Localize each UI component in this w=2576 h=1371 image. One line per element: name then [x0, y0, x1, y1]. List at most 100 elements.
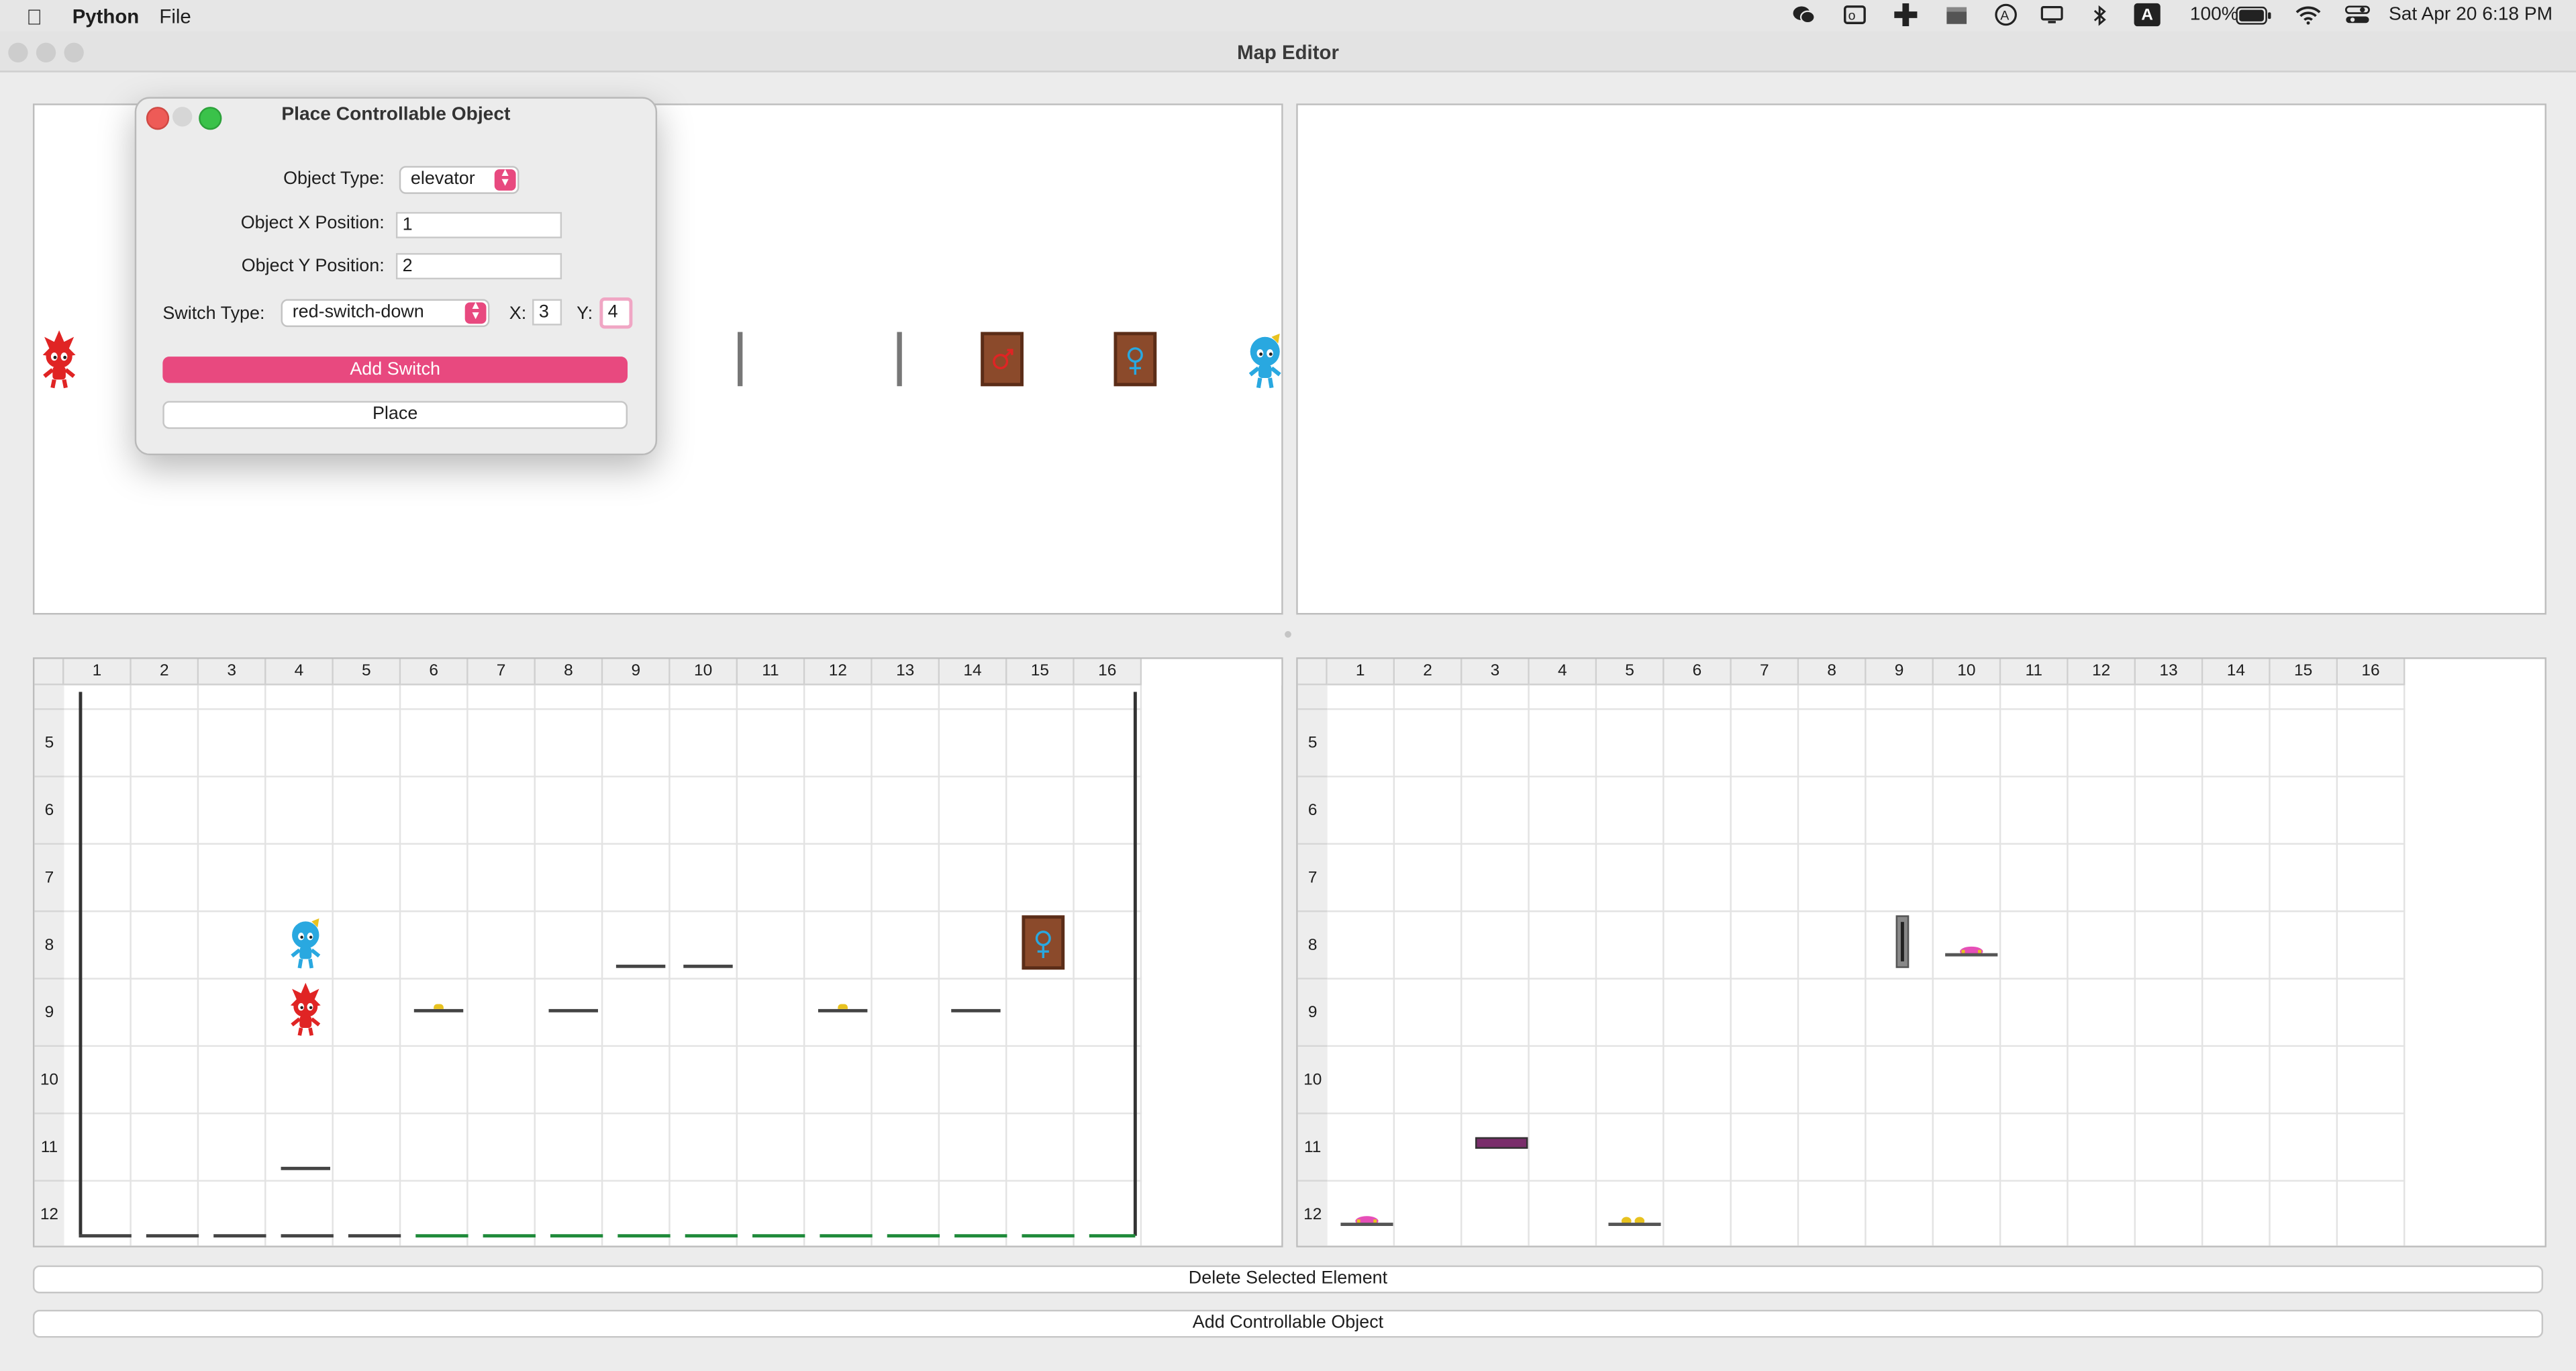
object-y-label: Object Y Position:: [241, 256, 385, 277]
goo-platform[interactable]: [1022, 1234, 1075, 1238]
goo-platform[interactable]: [617, 1234, 671, 1238]
goo-platform[interactable]: [752, 1234, 805, 1238]
column-header: 15: [2270, 659, 2338, 686]
right-map-grid[interactable]: 1 2 3 4 5 6 7 8 9 10 11 12 13 14 15 16 5 6 7 8 9 10 11 12: [1296, 657, 2546, 1247]
row-header: 5: [34, 710, 64, 777]
elevator-bar[interactable]: [897, 332, 902, 387]
water-door[interactable]: [1113, 332, 1157, 387]
platform[interactable]: [683, 964, 733, 968]
fireboy-sprite[interactable]: [41, 330, 77, 397]
platform[interactable]: [413, 1008, 464, 1012]
floor-platform[interactable]: [146, 1234, 199, 1238]
water-door[interactable]: [1022, 915, 1065, 970]
outlook-icon[interactable]: o: [1843, 5, 1866, 24]
lever-switch[interactable]: [838, 1004, 848, 1009]
row-header: 7: [34, 845, 64, 912]
left-map-grid[interactable]: 1 2 3 4 5 6 7 8 9 10 11 12 13 14 15 16 5 6 7 8 9 10 11 12: [32, 657, 1283, 1247]
column-header: 4: [266, 659, 334, 686]
fireboy-sprite[interactable]: [287, 982, 324, 1045]
menu-datetime[interactable]: Sat Apr 20 6:18 PM: [2389, 5, 2553, 24]
battery-icon[interactable]: [2236, 5, 2272, 24]
plus-icon[interactable]: [1894, 3, 1918, 27]
platform[interactable]: [548, 1008, 598, 1012]
column-header: 12: [805, 659, 873, 686]
object-y-input[interactable]: 2: [395, 252, 562, 280]
column-header: 16: [1074, 659, 1142, 686]
column-header: 16: [2338, 659, 2406, 686]
clapper-icon[interactable]: [1945, 5, 1968, 24]
left-grid-lines: [64, 685, 1142, 1246]
object-type-label: Object Type:: [283, 169, 385, 189]
column-header-filler: [1142, 659, 1282, 686]
floor-platform[interactable]: [213, 1234, 266, 1238]
goo-platform[interactable]: [550, 1234, 603, 1238]
level-preview-right[interactable]: [1296, 103, 2546, 615]
display-icon[interactable]: [2040, 5, 2063, 24]
goo-platform[interactable]: [685, 1234, 738, 1238]
platform[interactable]: [281, 1166, 330, 1170]
row-header: 8: [34, 912, 64, 980]
floor-platform[interactable]: [79, 1234, 132, 1238]
splitter-handle[interactable]: [1285, 630, 1291, 638]
column-header: 15: [1007, 659, 1075, 686]
vertical-elevator[interactable]: [1895, 915, 1910, 968]
pink-button-switch[interactable]: [1945, 935, 1998, 957]
horizontal-elevator[interactable]: [1475, 1137, 1528, 1149]
platform[interactable]: [615, 964, 666, 968]
floor-platform[interactable]: [348, 1234, 401, 1238]
row-header: 8: [1297, 912, 1328, 980]
goo-platform[interactable]: [483, 1234, 536, 1238]
circle-a-icon[interactable]: A: [1995, 3, 2018, 26]
switch-type-select[interactable]: red-switch-down ▲ ▼: [281, 299, 490, 328]
floor-platform[interactable]: [281, 1234, 334, 1238]
lever-switch[interactable]: [434, 1004, 444, 1009]
goo-platform[interactable]: [415, 1234, 468, 1238]
fire-door[interactable]: [981, 332, 1024, 387]
column-header: 11: [738, 659, 805, 686]
menu-app-name[interactable]: Python: [72, 5, 140, 28]
row-header: 12: [1297, 1181, 1328, 1246]
left-wall[interactable]: [79, 692, 83, 1236]
switch-x-label: X:: [509, 303, 527, 324]
object-type-select[interactable]: elevator ▲ ▼: [399, 166, 519, 194]
platform[interactable]: [818, 1008, 868, 1012]
column-header: 10: [670, 659, 738, 686]
goo-platform[interactable]: [954, 1234, 1007, 1238]
goo-platform[interactable]: [1089, 1234, 1136, 1238]
column-header: 13: [872, 659, 940, 686]
grid-corner: [1297, 659, 1328, 686]
pink-button-switch[interactable]: [1340, 1204, 1393, 1226]
object-x-input[interactable]: 1: [395, 211, 562, 238]
watergirl-sprite[interactable]: [1247, 330, 1283, 397]
row-header: 9: [1297, 979, 1328, 1047]
wifi-icon[interactable]: [2295, 5, 2321, 25]
switch-type-value: red-switch-down: [292, 302, 424, 322]
column-header: 12: [2068, 659, 2136, 686]
right-wall[interactable]: [1133, 692, 1137, 1236]
add-controllable-object-button[interactable]: Add Controllable Object: [32, 1309, 2544, 1338]
column-header: 6: [1664, 659, 1732, 686]
column-header: 7: [1731, 659, 1799, 686]
row-header: 6: [34, 777, 64, 845]
switch-y-input[interactable]: 4: [599, 297, 633, 329]
row-header: 7: [1297, 845, 1328, 912]
elevator-bar[interactable]: [738, 332, 743, 387]
input-a-icon[interactable]: A: [2134, 3, 2161, 27]
window-titlebar: Map Editor: [0, 31, 2576, 73]
goo-platform[interactable]: [820, 1234, 873, 1238]
wechat-icon[interactable]: [1792, 5, 1816, 24]
delete-selected-element-button[interactable]: Delete Selected Element: [32, 1265, 2544, 1294]
apple-icon[interactable]: : [26, 5, 42, 30]
watergirl-sprite[interactable]: [287, 915, 324, 978]
row-header-partial: [34, 685, 64, 710]
add-switch-button[interactable]: Add Switch: [162, 357, 628, 383]
column-header: 6: [401, 659, 468, 686]
goo-platform[interactable]: [887, 1234, 940, 1238]
place-button[interactable]: Place: [162, 401, 628, 429]
bluetooth-icon[interactable]: [2088, 4, 2111, 26]
yellow-button-switch[interactable]: [1608, 1204, 1661, 1226]
platform[interactable]: [951, 1008, 1001, 1012]
menu-file[interactable]: File: [159, 5, 191, 28]
switch-x-input[interactable]: 3: [532, 299, 562, 326]
control-center-icon[interactable]: [2344, 5, 2371, 24]
